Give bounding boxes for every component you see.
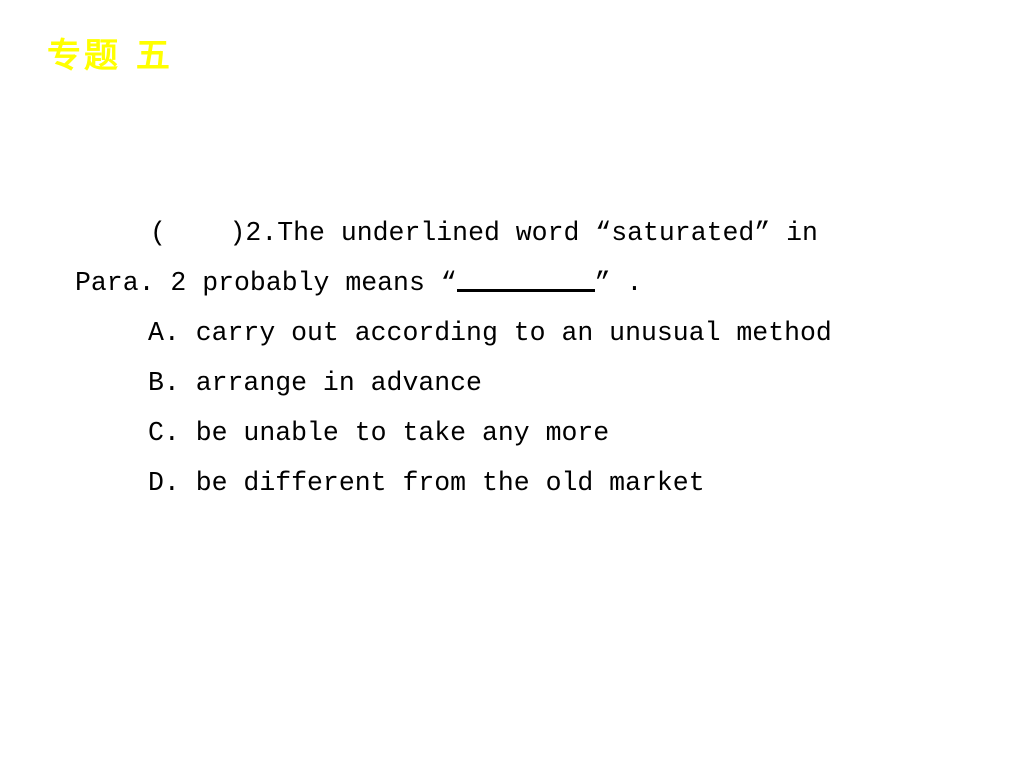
- option-c-text: be unable to take any more: [179, 418, 610, 448]
- question-line2-text: Para. 2 probably means: [75, 268, 441, 298]
- option-c[interactable]: C. be unable to take any more: [0, 408, 1024, 458]
- option-c-letter: C.: [148, 418, 180, 448]
- question-stem-part2: in: [770, 218, 818, 248]
- sentence-period: .: [610, 268, 643, 298]
- option-a[interactable]: A. carry out according to an unusual met…: [0, 308, 1024, 358]
- open-quote: “: [440, 268, 457, 298]
- option-d[interactable]: D. be different from the old market: [0, 458, 1024, 508]
- question-block: ( )2.The underlined word “saturated” in …: [0, 208, 1024, 308]
- options-list: A. carry out according to an unusual met…: [0, 308, 1024, 508]
- page-title: 专题 五: [47, 36, 173, 76]
- option-b-text: arrange in advance: [179, 368, 482, 398]
- question-number: 2.: [245, 218, 278, 248]
- option-a-text: carry out according to an unusual method: [179, 318, 832, 348]
- underlined-word-quoted: “saturated”: [595, 218, 771, 248]
- answer-bracket[interactable]: ( ): [150, 218, 245, 248]
- option-d-text: be different from the old market: [179, 468, 705, 498]
- option-b-letter: B.: [148, 368, 180, 398]
- question-stem-part1: The underlined word: [277, 218, 596, 248]
- slide-canvas: 专题 五 ( )2.The underlined word “saturated…: [0, 0, 1024, 768]
- question-line-1: ( )2.The underlined word “saturated” in: [0, 208, 1024, 258]
- option-a-letter: A.: [148, 318, 180, 348]
- option-b[interactable]: B. arrange in advance: [0, 358, 1024, 408]
- close-quote: ”: [594, 268, 611, 298]
- question-line-2: Para. 2 probably means “ ” .: [0, 258, 1024, 308]
- answer-blank[interactable]: [456, 269, 595, 292]
- option-d-letter: D.: [148, 468, 180, 498]
